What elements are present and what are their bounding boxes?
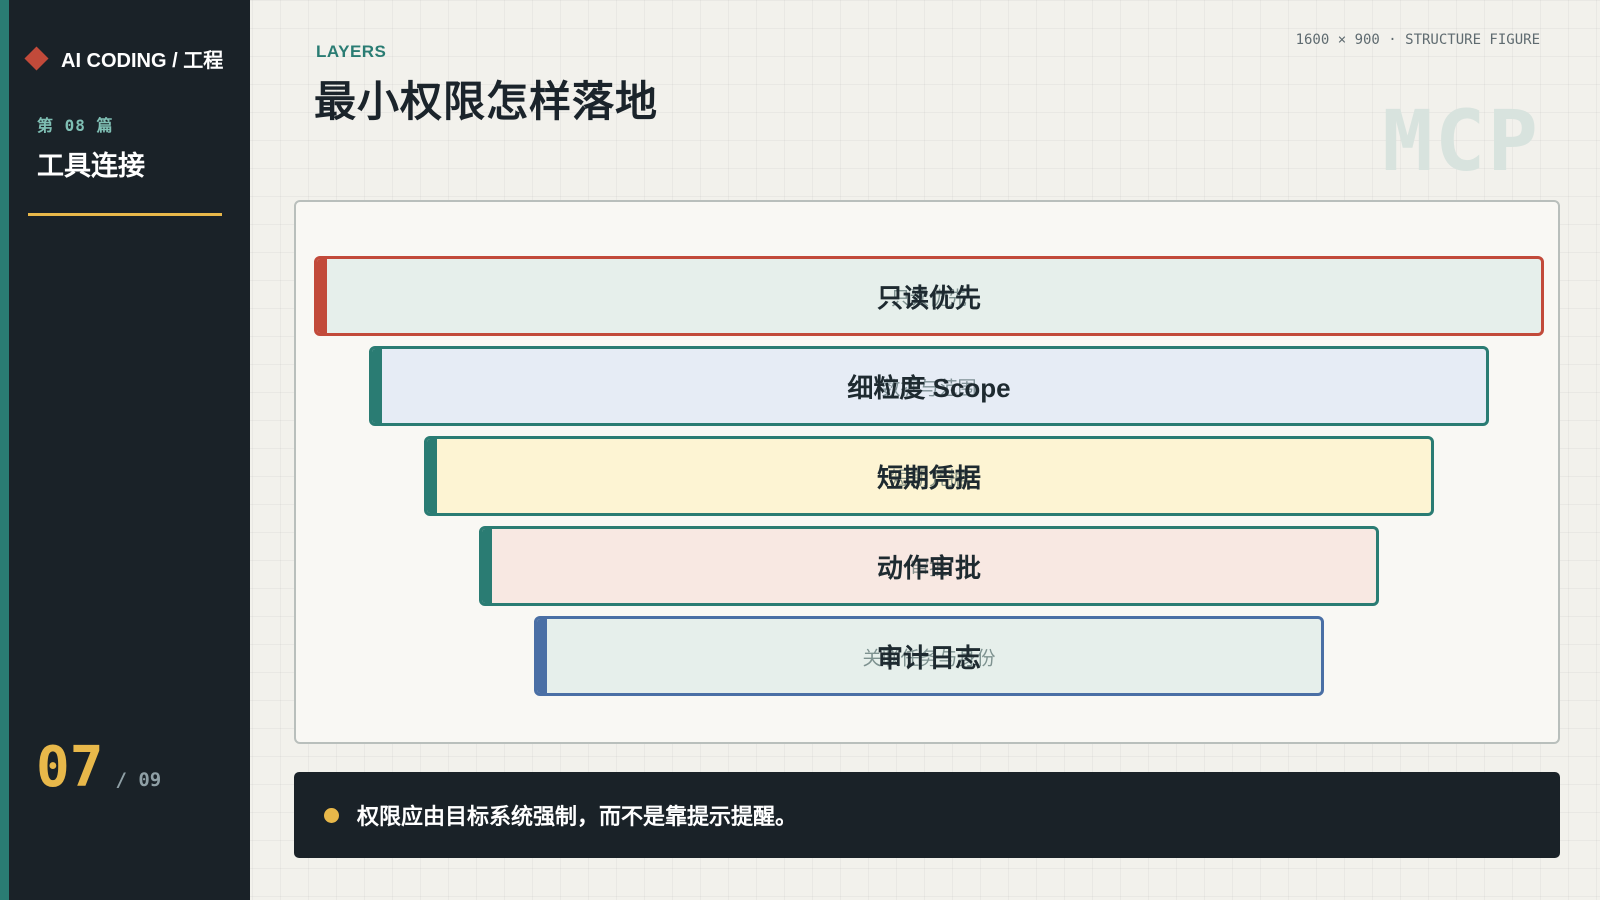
chapter-number: 第 08 篇 (37, 116, 114, 135)
chapter-divider (28, 213, 222, 216)
sidebar: AI CODING / 工程 第 08 篇 工具连接 07 / 09 (0, 0, 250, 900)
watermark: MCP (1382, 92, 1540, 190)
page-current: 07 (36, 735, 104, 800)
page-total: / 09 (115, 769, 162, 791)
layer-action-approval: 审批 动作审批 (479, 526, 1379, 606)
layer-short-lived-credentials: 短期凭据 短期凭据 (424, 436, 1434, 516)
page-title: 最小权限怎样落地 (314, 78, 659, 125)
page-counter: 07 / 09 (36, 740, 161, 796)
layer-fine-grained-scope: 数据与范围 细粒度 Scope (369, 346, 1489, 426)
layer-read-only-first: 只读优先 只读优先 (314, 256, 1544, 336)
brand-label: AI CODING / 工程 (61, 50, 224, 72)
callout-text: 权限应由目标系统强制，而不是靠提示提醒。 (357, 804, 798, 829)
layer-label: 审计日志 (876, 642, 981, 673)
callout-box: 权限应由目标系统强制，而不是靠提示提醒。 (294, 772, 1560, 858)
layer-label: 短期凭据 (876, 462, 981, 493)
layer-label: 动作审批 (876, 552, 981, 583)
sidebar-accent-stripe (0, 0, 9, 900)
diamond-icon (24, 46, 49, 71)
layer-audit-log: 关联任务与身份 审计日志 (534, 616, 1324, 696)
brand: AI CODING / 工程 (24, 44, 224, 73)
bullet-dot-icon (324, 807, 339, 823)
layer-label: 只读优先 (876, 282, 981, 313)
section-eyebrow: LAYERS (316, 42, 387, 61)
layer-label: 细粒度 Scope (847, 372, 1011, 403)
diagram-panel: 只读优先 只读优先 数据与范围 细粒度 Scope 短期凭据 短期凭据 审批 动… (294, 200, 1560, 744)
chapter-title: 工具连接 (37, 151, 145, 181)
figure-meta: 1600 × 900 · STRUCTURE FIGURE (1295, 32, 1540, 48)
